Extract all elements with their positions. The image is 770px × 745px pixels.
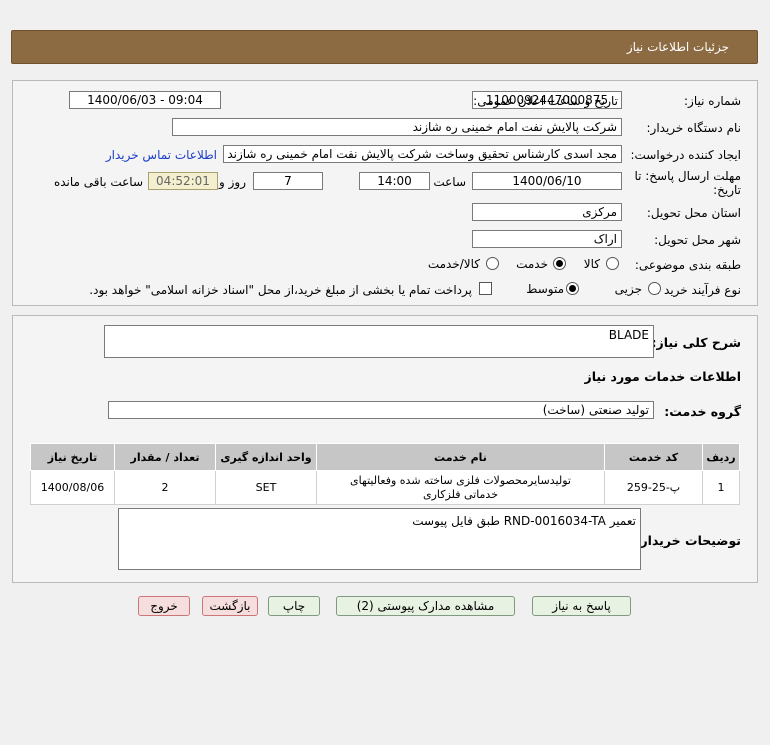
summary-field: BLADE (104, 325, 654, 358)
print-button[interactable]: چاپ (268, 596, 320, 616)
deadline-label-2: تاریخ: (713, 183, 741, 197)
reply-button[interactable]: پاسخ به نیاز (532, 596, 631, 616)
deadline-label-1: مهلت ارسال پاسخ: تا (634, 169, 741, 183)
requester-field: مجد اسدی کارشناس تحقیق وساخت شرکت پالایش… (223, 145, 622, 163)
summary-label: شرح کلی نیاز: (651, 335, 741, 350)
treasury-payment-note: پرداخت تمام یا بخشی از مبلغ خرید،از محل … (89, 283, 472, 297)
cell-quantity: 2 (114, 470, 216, 505)
contact-buyer-link[interactable]: اطلاعات تماس خریدار (106, 148, 217, 162)
purchase-option-medium: متوسط (526, 282, 564, 296)
buyer-field: شرکت پالایش نفت امام خمینی ره شازند (172, 118, 622, 136)
services-table: ردیف کد خدمت نام خدمت واحد اندازه گیری ت… (30, 443, 740, 505)
category-label: طبقه بندی موضوعی: (634, 258, 741, 272)
remaining-label: ساعت باقی مانده (53, 175, 143, 189)
cell-row: 1 (702, 470, 740, 505)
category-radio-goods[interactable] (606, 257, 619, 270)
service-group-label: گروه خدمت: (664, 404, 741, 419)
col-service-name: نام خدمت (316, 443, 605, 471)
announce-label: تاریخ و ساعت اعلان عمومی: (473, 94, 618, 108)
service-group-field: تولید صنعتی (ساخت) (108, 401, 654, 419)
announce-field: 1400/06/03 - 09:04 (69, 91, 221, 109)
page-header: جزئیات اطلاعات نیاز (11, 30, 758, 64)
col-quantity: تعداد / مقدار (114, 443, 216, 471)
exit-button[interactable]: خروج (138, 596, 190, 616)
table-header-row: ردیف کد خدمت نام خدمت واحد اندازه گیری ت… (30, 443, 740, 471)
deadline-time-field: 14:00 (359, 172, 430, 190)
province-field: مرکزی (472, 203, 622, 221)
category-option-goods: کالا (583, 257, 600, 271)
cell-unit: SET (215, 470, 317, 505)
purchase-radio-minor[interactable] (648, 282, 661, 295)
remaining-time-field: 04:52:01 (148, 172, 218, 190)
buyer-notes-field: تعمیر RND-0016034-TA طبق فایل پیوست (118, 508, 641, 570)
services-heading: اطلاعات خدمات مورد نیاز (584, 369, 742, 384)
category-radio-service[interactable] (553, 257, 566, 270)
col-service-code: کد خدمت (604, 443, 703, 471)
cell-need-date: 1400/08/06 (30, 470, 115, 505)
city-label: شهر محل تحویل: (654, 233, 741, 247)
city-field: اراک (472, 230, 622, 248)
purchase-type-label: نوع فرآیند خرید : (656, 283, 741, 297)
cell-service-name: تولیدسایرمحصولات فلزی ساخته شده وفعالیته… (316, 470, 605, 505)
col-unit: واحد اندازه گیری (215, 443, 317, 471)
purchase-option-minor: جزیی (614, 282, 642, 296)
deadline-time-label: ساعت (433, 175, 466, 189)
need-info-panel (12, 80, 758, 306)
page-title: جزئیات اطلاعات نیاز (626, 40, 729, 54)
col-row: ردیف (702, 443, 740, 471)
need-number-label: شماره نیاز: (684, 94, 741, 108)
purchase-radio-medium[interactable] (566, 282, 579, 295)
days-label: روز و (219, 175, 246, 189)
deadline-date-field: 1400/06/10 (472, 172, 622, 190)
category-option-service: خدمت (516, 257, 548, 271)
col-need-date: تاریخ نیاز (30, 443, 115, 471)
back-button[interactable]: بازگشت (202, 596, 258, 616)
category-radio-goods-service[interactable] (486, 257, 499, 270)
category-option-goods-service: کالا/خدمت (427, 257, 480, 271)
treasury-payment-checkbox[interactable] (479, 282, 492, 295)
attachments-button[interactable]: مشاهده مدارک پیوستی (2) (336, 596, 515, 616)
cell-service-code: پ-25-259 (604, 470, 703, 505)
days-field: 7 (253, 172, 323, 190)
requester-label: ایجاد کننده درخواست: (630, 148, 741, 162)
table-row: 1 پ-25-259 تولیدسایرمحصولات فلزی ساخته ش… (30, 470, 740, 505)
buyer-notes-label: توضیحات خریدار: (635, 533, 741, 548)
province-label: استان محل تحویل: (646, 206, 741, 220)
buyer-label: نام دستگاه خریدار: (646, 121, 742, 135)
